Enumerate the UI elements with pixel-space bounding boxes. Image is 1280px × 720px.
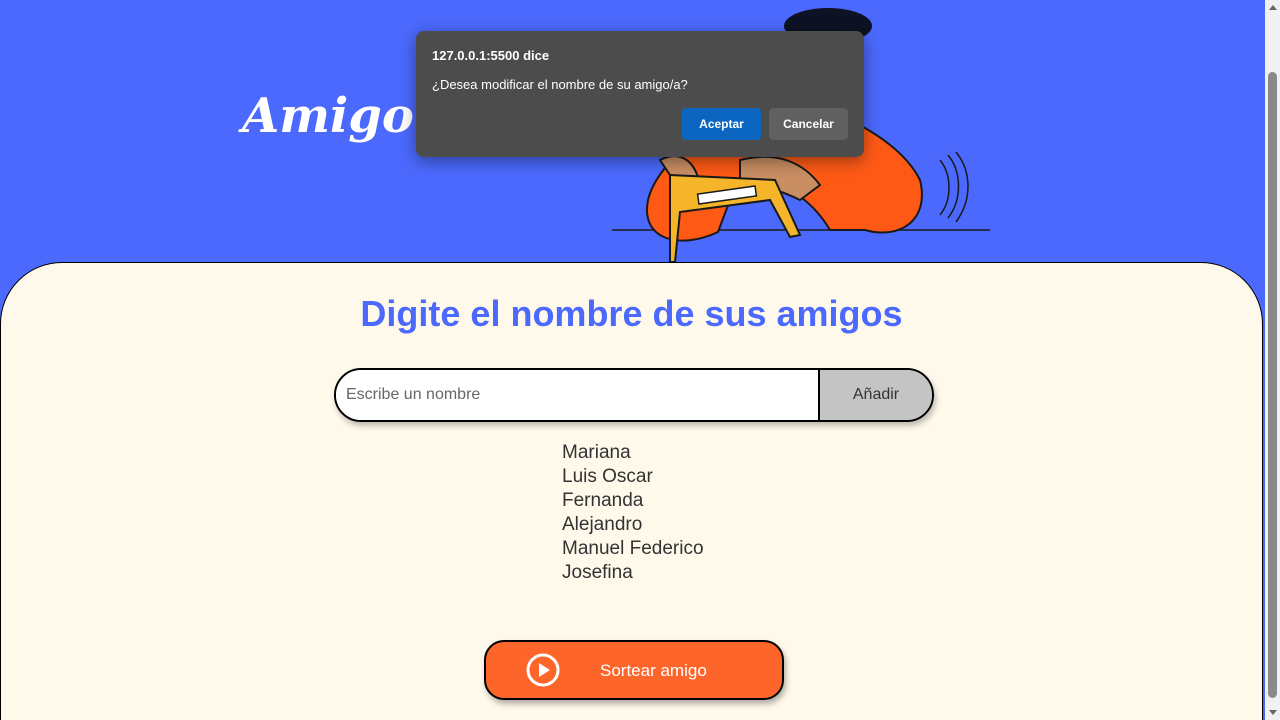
friends-list: Mariana Luis Oscar Fernanda Alejandro Ma… [562, 441, 704, 585]
list-item: Luis Oscar [562, 466, 653, 487]
list-item: Alejandro [562, 514, 643, 535]
scroll-down-icon[interactable] [1269, 710, 1277, 715]
list-item: Josefina [562, 562, 633, 583]
add-button[interactable]: Añadir [820, 370, 932, 420]
list-item: Fernanda [562, 490, 644, 511]
scroll-thumb[interactable] [1268, 72, 1277, 698]
confirm-dialog: 127.0.0.1:5500 dice ¿Desea modificar el … [416, 31, 864, 157]
dialog-message: ¿Desea modificar el nombre de su amigo/a… [432, 77, 688, 92]
friend-name-input[interactable] [336, 370, 820, 420]
play-circle-icon [526, 653, 560, 687]
scroll-up-icon[interactable] [1269, 5, 1277, 10]
list-item: Manuel Federico [562, 538, 704, 559]
add-friend-form: Añadir [334, 368, 934, 422]
draw-button-label: Sortear amigo [600, 661, 707, 680]
accept-button[interactable]: Aceptar [682, 108, 761, 140]
draw-friend-button[interactable]: Sortear amigo [484, 640, 784, 700]
main-card: Digite el nombre de sus amigos Añadir Ma… [0, 262, 1263, 720]
cancel-button[interactable]: Cancelar [769, 108, 848, 140]
scrollbar[interactable] [1265, 0, 1280, 720]
section-title: Digite el nombre de sus amigos [360, 293, 903, 334]
list-item: Mariana [562, 442, 631, 463]
dialog-title: 127.0.0.1:5500 dice [432, 48, 550, 63]
